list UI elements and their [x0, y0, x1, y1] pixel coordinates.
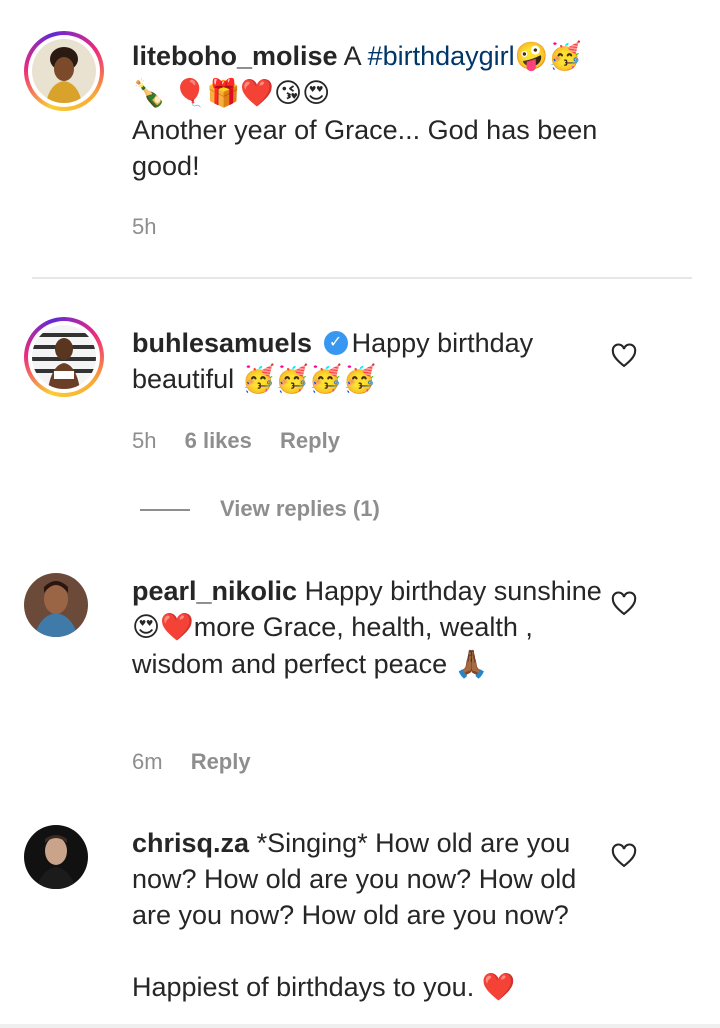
view-replies-button[interactable]: View replies (1) [220, 496, 380, 522]
comment-body: pearl_nikolic Happy birthday sunshine 😍❤… [132, 573, 602, 683]
comment-text: Happy birthday sunshine [304, 576, 602, 606]
avatar[interactable] [24, 31, 104, 111]
avatar[interactable] [24, 317, 104, 397]
comment-body: chrisq.za *Singing* How old are you now?… [132, 825, 602, 1006]
timestamp: 5h [132, 214, 157, 239]
comment-meta: 5h [132, 214, 178, 240]
heart-outline-icon[interactable] [610, 590, 638, 618]
username[interactable]: chrisq.za [132, 828, 249, 858]
emoji-group: 🙏🏾 [454, 649, 489, 680]
heart-outline-icon[interactable] [610, 342, 638, 370]
reply-button[interactable]: Reply [280, 428, 340, 453]
username[interactable]: liteboho_molise [132, 41, 338, 71]
timestamp: 5h [132, 428, 157, 453]
emoji-group: ❤️ [481, 972, 516, 1003]
comment-meta: 5h 6 likes Reply [132, 428, 362, 454]
likes-count[interactable]: 6 likes [185, 428, 252, 453]
comment-text: A [343, 41, 368, 71]
verified-badge-icon: ✓ [323, 330, 348, 355]
replies-line [140, 509, 190, 511]
hashtag-link[interactable]: #birthdaygirl [368, 41, 515, 71]
username[interactable]: pearl_nikolic [132, 576, 297, 606]
comment-text: Another year of Grace... God has been go… [132, 115, 598, 181]
reply-button[interactable]: Reply [191, 749, 251, 774]
heart-outline-icon[interactable] [610, 842, 638, 870]
emoji-group: 😍❤️ [132, 612, 194, 643]
comment-body: buhlesamuels ✓ Happy birthday beautiful 🥳… [132, 325, 602, 398]
avatar[interactable] [24, 825, 104, 905]
comment-meta: 6m Reply [132, 749, 273, 775]
emoji-group: 🥳🥳🥳🥳 [241, 364, 377, 395]
emoji-group: 🎈🎁❤️😘😍 [173, 78, 331, 109]
username[interactable]: buhlesamuels [132, 328, 312, 358]
avatar[interactable] [24, 573, 104, 653]
comment-body: liteboho_molise A #birthdaygirl🤪🥳🍾 🎈🎁❤️😘… [132, 38, 602, 184]
comment-text: Happiest of birthdays to you. [132, 972, 482, 1002]
timestamp: 6m [132, 749, 163, 774]
divider [32, 277, 692, 279]
bottom-edge [0, 1024, 720, 1028]
